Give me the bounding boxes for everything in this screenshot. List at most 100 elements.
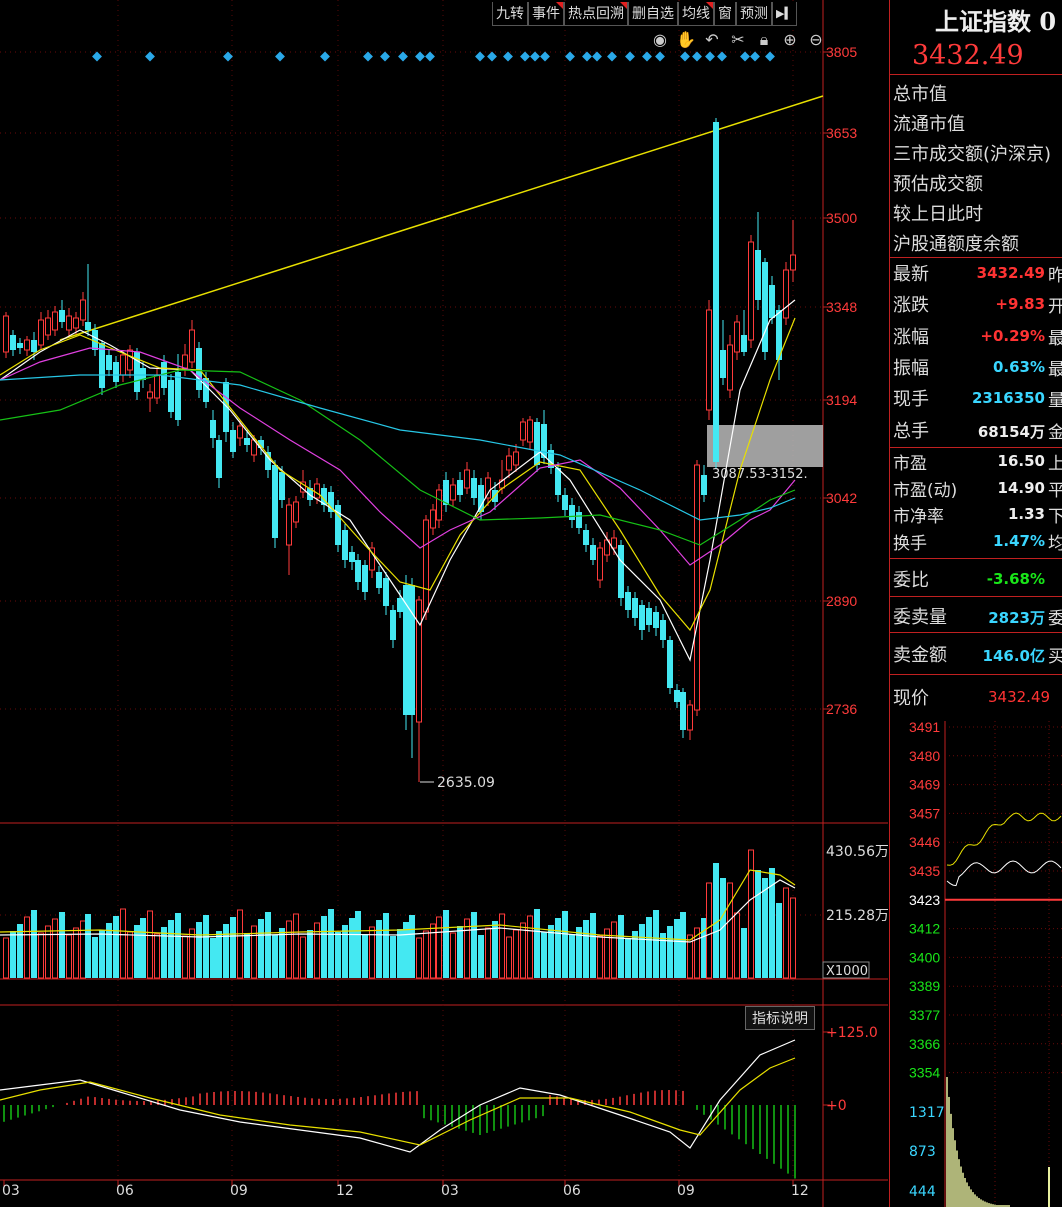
volume-bar (569, 934, 575, 978)
macd-histogram (3, 1090, 796, 1179)
candle-body (597, 547, 603, 581)
candle-body (534, 422, 540, 465)
candle-body (237, 425, 243, 439)
volume-bar (265, 912, 271, 978)
volume-axis-label: 215.28万 (826, 908, 888, 924)
volume-bar (597, 935, 603, 979)
volume-bar (216, 931, 222, 978)
volume-bar (161, 927, 167, 978)
candle-body (790, 254, 796, 271)
candle-body (478, 485, 484, 512)
indicator-help-button[interactable]: 指标说明 (745, 1006, 815, 1030)
valuation-tail: 下 (1048, 507, 1062, 527)
candle-body (687, 704, 693, 731)
volume-bar (720, 878, 726, 978)
price-axis-label: 3500 (826, 210, 857, 226)
zoom-out-icon[interactable]: ⊖ (806, 30, 826, 50)
candle-body (342, 530, 348, 560)
volume-bar (555, 918, 561, 978)
event-marker (92, 51, 102, 62)
candle-body (769, 285, 775, 318)
volume-bar (660, 933, 666, 978)
event-marker (520, 51, 530, 62)
valuation-tail: 均 (1048, 533, 1062, 554)
macd-axis-label: +125.0 (826, 1025, 878, 1041)
volume-bar (680, 912, 686, 978)
volume-bar (383, 913, 389, 978)
volume-bar (99, 930, 105, 978)
volume-bar (513, 929, 519, 979)
lock-icon[interactable]: 🔒︎ (754, 30, 774, 50)
quote-value: 3432.49 (976, 264, 1045, 282)
candle-body (748, 241, 754, 341)
toolbar-button-4[interactable]: 均线 (678, 2, 714, 26)
mini-axis-label: 3423 (909, 892, 940, 908)
volume-bar (713, 863, 719, 978)
weimai-tail: 委 (1048, 609, 1062, 629)
mini-axis-label: 3400 (909, 949, 940, 965)
mini-axis-label: 3469 (909, 777, 940, 793)
quote-tail: 开 (1048, 297, 1062, 318)
candle-body (625, 592, 631, 610)
undo-icon[interactable]: ↶ (702, 30, 722, 50)
mini-axis-label: 3457 (909, 805, 940, 821)
volume-bar (436, 916, 442, 979)
volume-bar (66, 934, 72, 979)
candle-body (576, 512, 582, 528)
volume-axis-label: 430.56万 (826, 844, 888, 860)
candle-body (175, 372, 181, 420)
candle-body (38, 319, 44, 346)
candle-body (210, 420, 216, 438)
candle-body (73, 317, 79, 329)
volume-bar (755, 870, 761, 978)
toolbar-button-0[interactable]: 九转 (492, 2, 528, 26)
zoom-in-icon[interactable]: ⊕ (780, 30, 800, 50)
intraday-mini-chart[interactable]: 3491 3480 3469 3457 3446 3435 3423 3412 3400 3389… (889, 705, 1062, 1207)
toolbar-button-1[interactable]: 事件 (528, 2, 564, 26)
volume-bar (534, 909, 540, 978)
chart-toolbar: 九转 事件 热点回溯 删自选 均线窗预测 ▶▍ (492, 2, 797, 26)
volume-bar (632, 931, 638, 978)
expand-right-icon[interactable]: ▶▍ (772, 2, 797, 26)
volume-bar (85, 914, 91, 978)
eye-icon[interactable]: ◉ (650, 30, 670, 50)
volume-bar (286, 920, 292, 979)
toolbar-button-6[interactable]: 预测 (736, 2, 772, 26)
volume-bar (237, 909, 243, 979)
volume-bar (464, 918, 470, 979)
volume-bar (140, 918, 146, 978)
quote-value: 68154万 (977, 422, 1045, 441)
volume-bar (409, 915, 415, 978)
volume-bar (443, 910, 449, 978)
valuation-value: 16.50 (997, 452, 1045, 470)
toolbar-button-2[interactable]: 热点回溯 (564, 2, 628, 26)
quote-tail: 量 (1048, 391, 1062, 412)
toolbar-button-5[interactable]: 窗 (714, 2, 736, 26)
price-axis-label: 2890 (826, 593, 857, 609)
candle-body (464, 469, 470, 489)
toolbar-button-3[interactable]: 删自选 (628, 2, 678, 26)
volume-bar (10, 931, 16, 978)
volume-unit: X1000 (826, 964, 868, 979)
price-axis-label: 3042 (826, 490, 857, 506)
candle-body (443, 480, 449, 505)
hand-icon[interactable]: ✋ (676, 30, 696, 50)
candle-body (52, 311, 58, 331)
volume-bar (147, 910, 153, 979)
event-marker (503, 51, 513, 62)
valuation-value: 1.47% (992, 531, 1045, 550)
scissors-icon[interactable]: ✂ (728, 30, 748, 50)
volume-bar (272, 935, 278, 978)
event-marker (592, 51, 602, 62)
mini-volume-label: 873 (909, 1144, 936, 1160)
event-marker (642, 51, 652, 62)
candle-body (182, 354, 188, 369)
x-axis-label: 12 (791, 1183, 809, 1199)
candle-body (423, 519, 429, 613)
panel-divider (890, 632, 1062, 633)
candle-body (314, 483, 320, 499)
macd-axis-label: +0 (826, 1098, 847, 1114)
volume-bar (478, 935, 484, 978)
candle-body (3, 315, 9, 353)
quote-label: 涨幅 (893, 326, 929, 348)
